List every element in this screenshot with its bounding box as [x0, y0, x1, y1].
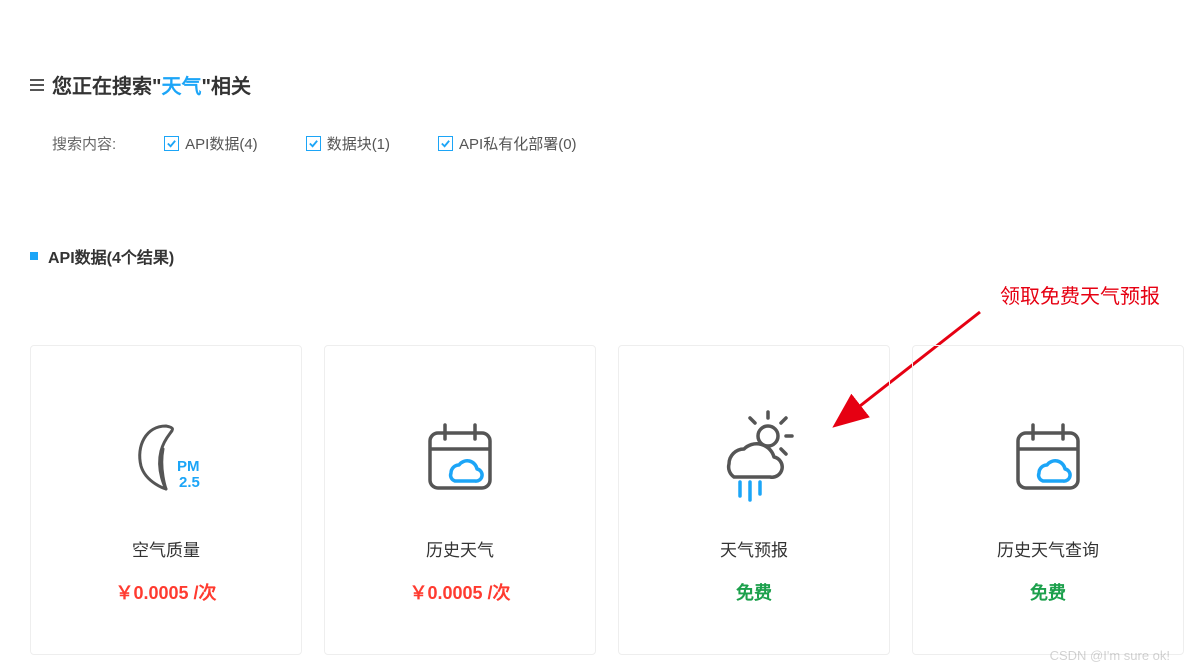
annotation-text: 领取免费天气预报: [1000, 280, 1160, 309]
bullet-icon: [30, 252, 38, 260]
card-price: 免费: [1030, 579, 1066, 605]
checkbox-icon: [438, 136, 453, 151]
svg-text:PM: PM: [177, 458, 200, 475]
filter-item-label: API私有化部署(0): [459, 133, 577, 154]
card-price: ￥0.0005 /次: [409, 579, 510, 605]
calendar-cloud-icon: [415, 406, 505, 506]
filter-private-deploy[interactable]: API私有化部署(0): [438, 133, 577, 154]
card-price: 免费: [736, 579, 772, 605]
checkbox-icon: [306, 136, 321, 151]
sun-cloud-rain-icon: [704, 406, 804, 506]
filter-item-label: 数据块(1): [327, 133, 390, 154]
filter-data-block[interactable]: 数据块(1): [306, 133, 390, 154]
card-history-weather[interactable]: 历史天气 ￥0.0005 /次: [324, 345, 596, 655]
filter-item-label: API数据(4): [185, 133, 258, 154]
card-title: 历史天气查询: [997, 536, 1099, 561]
card-title: 空气质量: [132, 536, 200, 561]
section-header: API数据(4个结果): [0, 244, 1184, 268]
filter-label: 搜索内容:: [52, 133, 116, 154]
card-history-weather-query[interactable]: 历史天气查询 免费: [912, 345, 1184, 655]
filter-api-data[interactable]: API数据(4): [164, 133, 258, 154]
list-icon: [30, 79, 44, 91]
cards-grid: PM 2.5 空气质量 ￥0.0005 /次 历史天气 ￥0.0005 /次: [30, 345, 1184, 655]
svg-text:2.5: 2.5: [179, 474, 200, 491]
card-weather-forecast[interactable]: 天气预报 免费: [618, 345, 890, 655]
card-price: ￥0.0005 /次: [115, 579, 216, 605]
search-prefix: 您正在搜索": [52, 76, 161, 98]
card-title: 历史天气: [426, 536, 494, 561]
card-title: 天气预报: [720, 536, 788, 561]
calendar-cloud-icon: [1003, 406, 1093, 506]
section-title: API数据(4个结果): [48, 244, 174, 268]
leaf-pm25-icon: PM 2.5: [121, 406, 211, 506]
watermark: CSDN @I'm sure ok!: [1050, 648, 1170, 663]
search-heading: 您正在搜索"天气"相关: [30, 70, 1154, 99]
search-keyword: 天气: [161, 76, 201, 98]
filter-row: 搜索内容: API数据(4) 数据块(1) API私有化部署(0): [30, 133, 1154, 154]
search-suffix: "相关: [201, 76, 250, 98]
card-air-quality[interactable]: PM 2.5 空气质量 ￥0.0005 /次: [30, 345, 302, 655]
checkbox-icon: [164, 136, 179, 151]
